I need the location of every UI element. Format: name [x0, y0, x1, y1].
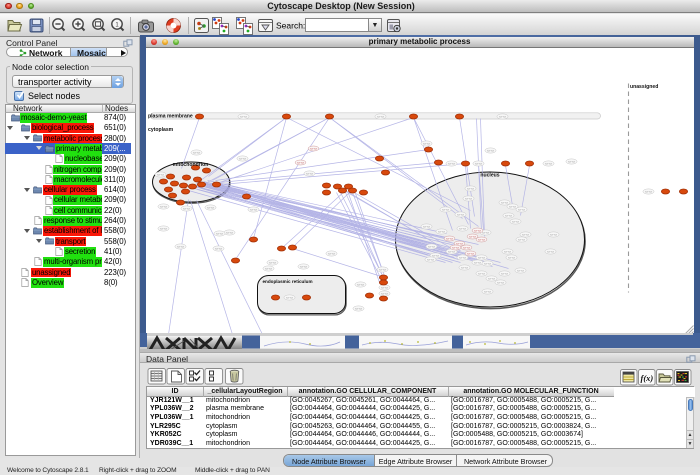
svg-text:xx-xx: xx-xx — [428, 244, 435, 248]
svg-text:xx-xx: xx-xx — [469, 234, 476, 238]
svg-text:xx-xx: xx-xx — [501, 200, 508, 204]
svg-text:xx-xx: xx-xx — [381, 291, 388, 295]
svg-text:xx-xx: xx-xx — [505, 213, 512, 217]
svg-text:endoplasmic reticulum: endoplasmic reticulum — [262, 279, 312, 284]
svg-text:xx-xx: xx-xx — [438, 229, 445, 233]
svg-text:xx-xx: xx-xx — [423, 141, 430, 145]
svg-text:xx-xx: xx-xx — [504, 249, 511, 253]
svg-text:xx-xx: xx-xx — [423, 224, 430, 228]
svg-text:f(x): f(x) — [641, 373, 654, 383]
svg-text:xx-xx: xx-xx — [482, 230, 489, 234]
svg-text:xx-xx: xx-xx — [467, 186, 474, 190]
svg-text:xx-xx: xx-xx — [474, 228, 481, 232]
svg-text:xx-xx: xx-xx — [463, 245, 470, 249]
svg-text:xx-xx: xx-xx — [478, 237, 485, 241]
svg-text:xx-xx: xx-xx — [465, 196, 472, 200]
svg-text:xx-xx: xx-xx — [379, 267, 386, 271]
svg-text:xx-xx: xx-xx — [448, 161, 455, 165]
svg-text:xx-xx: xx-xx — [377, 114, 384, 118]
svg-text:xx-xx: xx-xx — [269, 260, 276, 264]
svg-text:xx-xx: xx-xx — [522, 232, 529, 236]
svg-text:xx-xx: xx-xx — [488, 276, 495, 280]
svg-text:xx-xx: xx-xx — [177, 244, 184, 248]
svg-text:xx-xx: xx-xx — [183, 206, 190, 210]
svg-text:xx-xx: xx-xx — [215, 246, 222, 250]
svg-text:xx-xx: xx-xx — [310, 146, 317, 150]
svg-text:xx-xx: xx-xx — [474, 260, 481, 264]
svg-text:xx-xx: xx-xx — [286, 295, 293, 299]
svg-text:xx-xx: xx-xx — [265, 266, 272, 270]
svg-text:xx-xx: xx-xx — [545, 161, 552, 165]
svg-text:xx-xx: xx-xx — [442, 207, 449, 211]
svg-text:xx-xx: xx-xx — [475, 161, 482, 165]
svg-text:xx-xx: xx-xx — [240, 114, 247, 118]
svg-text:xx-xx: xx-xx — [355, 306, 362, 310]
svg-text:nucleus: nucleus — [480, 172, 499, 178]
svg-text:xx-xx: xx-xx — [300, 264, 307, 268]
svg-text:xx-xx: xx-xx — [193, 150, 200, 154]
svg-text:xx-xx: xx-xx — [427, 257, 434, 261]
svg-text:xx-xx: xx-xx — [508, 255, 515, 259]
svg-text:xx-xx: xx-xx — [547, 249, 554, 253]
svg-text:xx-xx: xx-xx — [160, 226, 167, 230]
svg-text:xx-xx: xx-xx — [497, 280, 504, 284]
svg-text:xx-xx: xx-xx — [461, 265, 468, 269]
svg-text:xx-xx: xx-xx — [457, 212, 464, 216]
svg-text:xx-xx: xx-xx — [160, 204, 167, 208]
svg-text:xx-xx: xx-xx — [157, 172, 164, 176]
svg-text:xx-xx: xx-xx — [452, 245, 459, 249]
svg-text:xx-xx: xx-xx — [328, 251, 335, 255]
svg-text:xx-xx: xx-xx — [518, 237, 525, 241]
svg-text:xx-xx: xx-xx — [509, 204, 516, 208]
svg-text:xx-xx: xx-xx — [499, 114, 506, 118]
svg-text:xx-xx: xx-xx — [297, 160, 304, 164]
svg-text:xx-xx: xx-xx — [381, 285, 388, 289]
svg-text:xx-xx: xx-xx — [478, 255, 485, 259]
svg-text:Search:: Search: — [276, 21, 305, 31]
svg-text:mitochondrion: mitochondrion — [172, 162, 208, 168]
svg-text:xx-xx: xx-xx — [550, 232, 557, 236]
svg-text:xx-xx: xx-xx — [357, 282, 364, 286]
svg-text:xx-xx: xx-xx — [568, 159, 575, 163]
svg-text:xx-xx: xx-xx — [512, 219, 519, 223]
svg-text:xx-xx: xx-xx — [645, 189, 652, 193]
svg-text:xx-xx: xx-xx — [306, 171, 313, 175]
svg-text:xx-xx: xx-xx — [459, 226, 466, 230]
svg-text:xx-xx: xx-xx — [484, 289, 491, 293]
svg-text:xx-xx: xx-xx — [517, 268, 524, 272]
svg-text:xx-xx: xx-xx — [250, 207, 257, 211]
svg-text:xx-xx: xx-xx — [478, 271, 485, 275]
svg-text:xx-xx: xx-xx — [484, 261, 491, 265]
svg-text:xx-xx: xx-xx — [216, 231, 223, 235]
svg-text:xx-xx: xx-xx — [207, 205, 214, 209]
svg-text:xx-xx: xx-xx — [518, 207, 525, 211]
svg-text:xx-xx: xx-xx — [467, 251, 474, 255]
svg-text:xx-xx: xx-xx — [487, 148, 494, 152]
svg-text:xx-xx: xx-xx — [459, 255, 466, 259]
svg-text:xx-xx: xx-xx — [501, 271, 508, 275]
svg-text:unassigned: unassigned — [630, 84, 658, 90]
svg-text:plasma membrane: plasma membrane — [148, 113, 193, 119]
svg-text:xx-xx: xx-xx — [239, 156, 246, 160]
svg-text:xx-xx: xx-xx — [226, 230, 233, 234]
svg-text:xx-xx: xx-xx — [446, 236, 453, 240]
svg-text:cytoplasm: cytoplasm — [148, 127, 174, 133]
